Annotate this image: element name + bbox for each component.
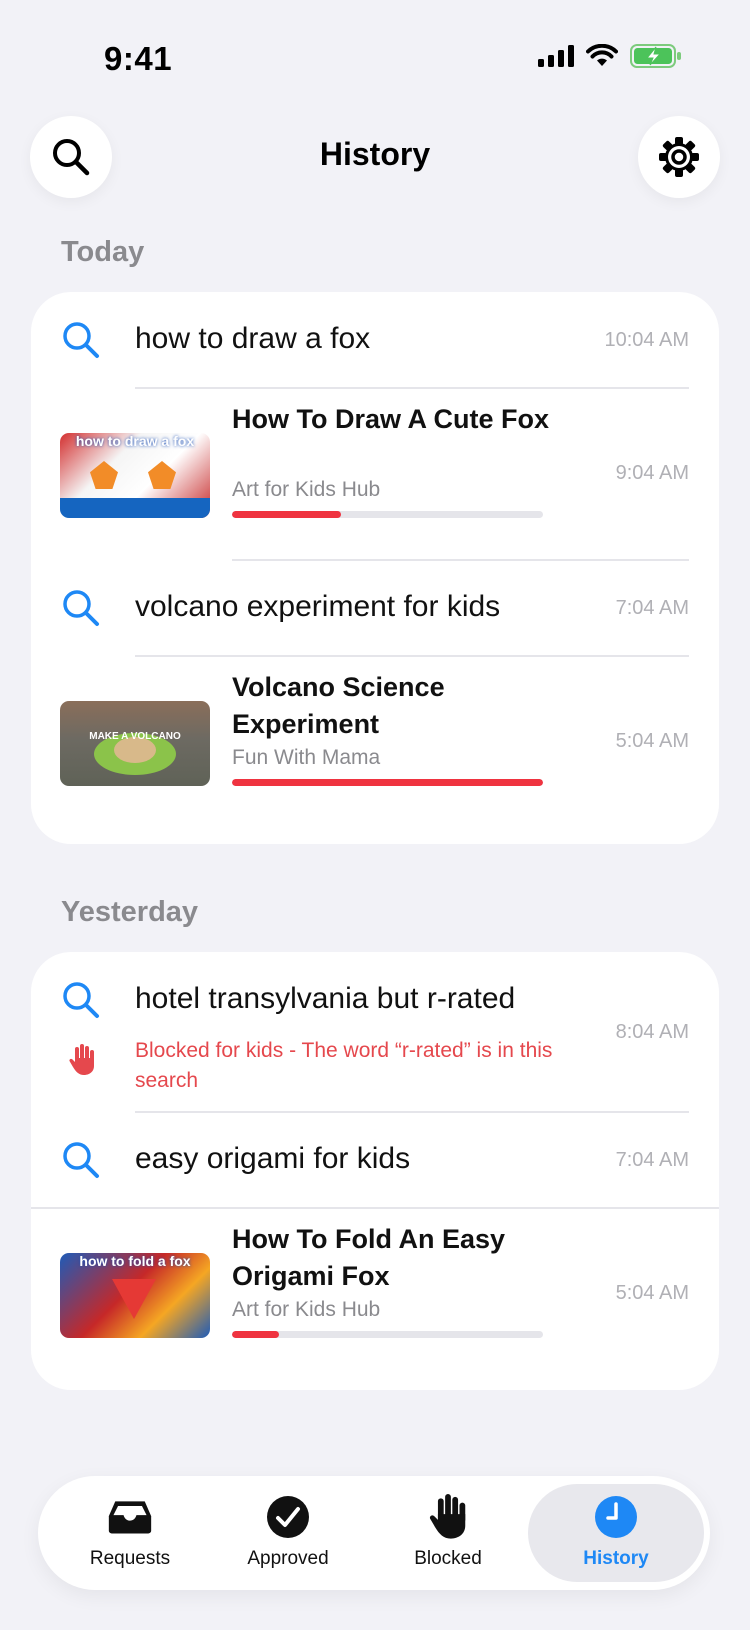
search-query: how to draw a fox <box>135 322 371 355</box>
history-search-row[interactable]: easy origami for kids 7:04 AM <box>31 1112 719 1208</box>
video-title: How To Fold An Easy Origami Fox <box>232 1224 506 1291</box>
tab-label: Blocked <box>414 1548 482 1569</box>
checkmark-circle-icon <box>265 1494 311 1540</box>
tab-requests[interactable]: Requests <box>46 1476 214 1590</box>
search-icon <box>63 982 99 1018</box>
timestamp: 7:04 AM <box>615 597 689 619</box>
timestamp: 8:04 AM <box>615 1021 689 1043</box>
video-thumbnail: how to draw a fox <box>60 433 210 518</box>
tab-blocked[interactable]: Blocked <box>364 1476 532 1590</box>
thumbnail-text: how to fold a fox <box>79 1253 191 1269</box>
video-channel: Art for Kids Hub <box>232 1298 381 1321</box>
watch-progress-fill <box>232 1331 279 1338</box>
blocked-hand-icon <box>69 1044 94 1075</box>
thumbnail-text: how to draw a fox <box>75 433 195 449</box>
fox-drawing-1 <box>90 461 118 489</box>
search-query: hotel transylvania but r-rated <box>135 982 516 1015</box>
inbox-icon <box>107 1494 153 1540</box>
search-icon <box>63 322 99 358</box>
timestamp: 7:04 AM <box>615 1149 689 1171</box>
section-label-yesterday: Yesterday <box>61 896 199 928</box>
origami-fox <box>112 1279 156 1319</box>
tab-bar: Requests Approved Blocked History <box>38 1476 710 1590</box>
watch-progress-fill <box>232 779 543 786</box>
timestamp: 5:04 AM <box>615 1282 689 1304</box>
watch-progress-fill <box>232 511 341 518</box>
watch-progress-bar <box>232 1331 543 1338</box>
tab-label: Requests <box>89 1548 171 1569</box>
search-icon <box>63 590 99 626</box>
history-video-row[interactable]: MAKE A VOLCANO Volcano Science Experimen… <box>31 656 719 828</box>
timestamp: 10:04 AM <box>604 329 689 351</box>
history-card-today: how to draw a fox 10:04 AM how to draw a… <box>31 292 719 844</box>
video-channel: Art for Kids Hub <box>232 478 381 501</box>
video-thumbnail: how to fold a fox <box>60 1253 210 1338</box>
video-thumbnail: MAKE A VOLCANO <box>60 701 210 786</box>
battery-charging-icon <box>630 44 681 68</box>
thumbnail-text: MAKE A VOLCANO <box>89 731 181 742</box>
timestamp: 9:04 AM <box>615 462 689 484</box>
gear-icon <box>659 137 699 177</box>
settings-button[interactable] <box>638 116 720 198</box>
blocked-message: Blocked for kids - The word “r-rated” is… <box>135 1039 553 1092</box>
clock-icon <box>593 1494 639 1540</box>
thumbnail-banner <box>60 498 210 518</box>
search-query: volcano experiment for kids <box>135 590 501 623</box>
status-time: 9:41 <box>104 40 173 77</box>
fox-drawing-2 <box>148 461 176 489</box>
history-video-row[interactable]: how to draw a fox How To Draw A Cute Fox… <box>31 388 719 560</box>
status-icons <box>538 44 682 68</box>
video-title: How To Draw A Cute Fox <box>232 404 549 434</box>
tab-label: History <box>583 1548 649 1569</box>
search-query: easy origami for kids <box>135 1142 411 1175</box>
watch-progress-bar <box>232 779 543 786</box>
video-title: Volcano Science Experiment <box>232 672 445 739</box>
wifi-icon <box>586 44 618 66</box>
history-card-yesterday: hotel transylvania but r-rated Blocked f… <box>31 952 719 1390</box>
cellular-signal-icon <box>538 45 574 67</box>
watch-progress-bar <box>232 511 543 518</box>
history-search-row[interactable]: volcano experiment for kids 7:04 AM <box>31 560 719 656</box>
hand-icon <box>425 1494 471 1540</box>
video-channel: Fun With Mama <box>232 746 381 769</box>
history-search-row-blocked[interactable]: hotel transylvania but r-rated Blocked f… <box>31 952 719 1112</box>
timestamp: 5:04 AM <box>615 730 689 752</box>
history-search-row[interactable]: how to draw a fox 10:04 AM <box>31 292 719 388</box>
history-video-row[interactable]: how to fold a fox How To Fold An Easy Or… <box>31 1208 719 1380</box>
status-bar: 9:41 <box>0 0 750 120</box>
tab-history[interactable]: History <box>532 1476 700 1590</box>
tab-approved[interactable]: Approved <box>204 1476 372 1590</box>
search-icon <box>63 1142 99 1178</box>
section-label-today: Today <box>61 236 145 268</box>
tab-label: Approved <box>247 1548 329 1569</box>
